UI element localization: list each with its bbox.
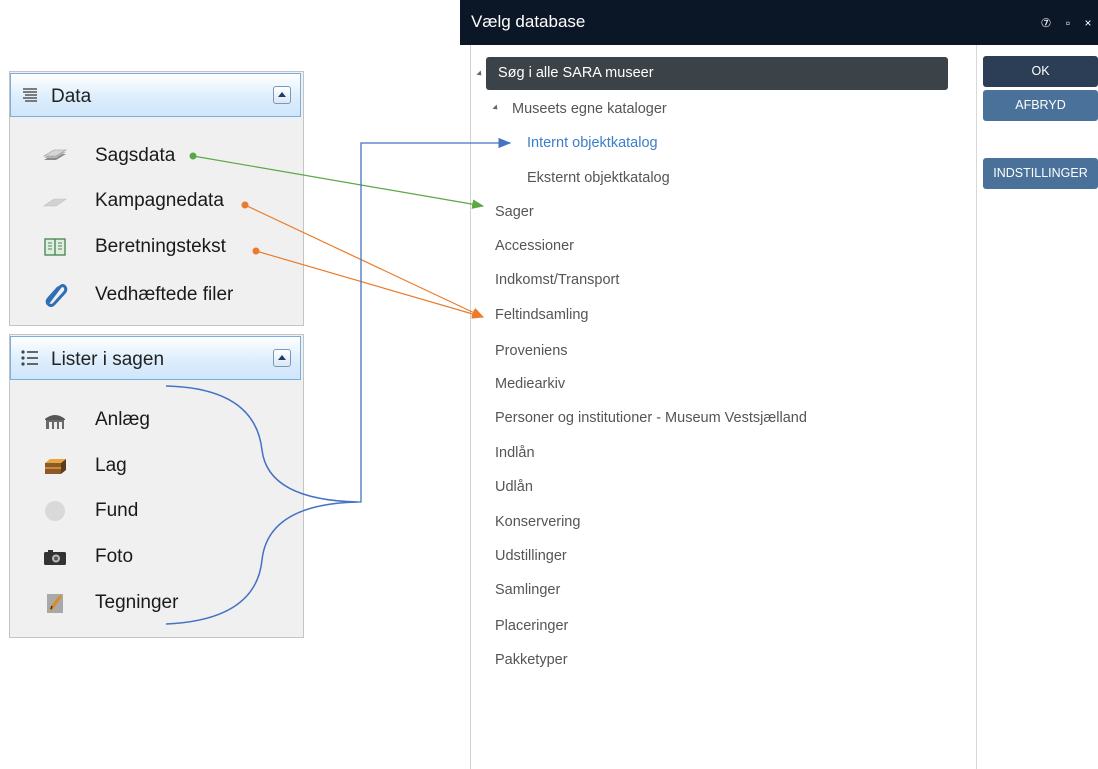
dialog-titlebar: Vælg database ⑦ ▫ × xyxy=(460,0,1098,45)
tree-item[interactable]: Udstillinger xyxy=(495,548,567,564)
list-item-fund[interactable]: Fund xyxy=(10,493,300,529)
list-icon xyxy=(21,350,38,366)
list-item-tegninger[interactable]: Tegninger xyxy=(10,585,300,621)
data-panel-header[interactable]: Data xyxy=(10,73,301,117)
dialog-left-border xyxy=(470,45,471,769)
flat-layer-icon xyxy=(43,198,67,207)
ok-button[interactable]: OK xyxy=(983,56,1098,87)
lister-panel-header[interactable]: Lister i sagen xyxy=(10,336,301,380)
list-item-lag[interactable]: Lag xyxy=(10,448,300,484)
structure-icon xyxy=(45,415,65,429)
list-item-label: Foto xyxy=(95,546,134,567)
list-item-label: Anlæg xyxy=(95,409,150,430)
paperclip-icon xyxy=(45,284,68,307)
tree-item[interactable]: Sager xyxy=(495,204,534,220)
list-item-label: Tegninger xyxy=(95,592,179,613)
list-item-label: Kampagnedata xyxy=(95,190,224,211)
select-database-dialog: Vælg database ⑦ ▫ × Søg i alle SARA muse… xyxy=(460,0,1098,769)
tree-root-all-museums[interactable]: Søg i alle SARA museer xyxy=(486,57,948,90)
list-item-beretningstekst[interactable]: Beretningstekst xyxy=(10,229,300,265)
cancel-button[interactable]: AFBRYD xyxy=(983,90,1098,121)
list-item-sagsdata[interactable]: Sagsdata xyxy=(10,138,300,174)
lister-panel-collapse-button[interactable] xyxy=(273,349,291,367)
list-item-label: Fund xyxy=(95,500,139,521)
close-icon[interactable]: × xyxy=(1080,15,1096,31)
tree-item[interactable]: Proveniens xyxy=(495,343,568,359)
dialog-separator xyxy=(976,45,977,769)
tree-item[interactable]: Personer og institutioner - Museum Vests… xyxy=(495,410,807,426)
settings-button[interactable]: INDSTILLINGER xyxy=(983,158,1098,189)
tree-expand-icon[interactable] xyxy=(492,104,500,112)
list-item-label: Lag xyxy=(95,455,127,476)
find-circle-icon xyxy=(45,501,65,521)
tree-item[interactable]: Pakketyper xyxy=(495,652,568,668)
camera-icon xyxy=(44,550,66,565)
help-icon[interactable]: ⑦ xyxy=(1038,15,1054,31)
tree-item[interactable]: Placeringer xyxy=(495,618,568,634)
list-item-label: Sagsdata xyxy=(95,145,176,166)
tree-item[interactable]: Indlån xyxy=(495,445,535,461)
tree-item[interactable]: Samlinger xyxy=(495,582,560,598)
tree-item[interactable]: Konservering xyxy=(495,514,580,530)
layer-block-icon xyxy=(45,459,66,474)
tree-item[interactable]: Udlån xyxy=(495,479,533,495)
stack-layers-icon xyxy=(42,149,68,160)
drawing-icon xyxy=(47,594,63,613)
data-panel-collapse-button[interactable] xyxy=(273,86,291,104)
tree-root-label: Søg i alle SARA museer xyxy=(498,65,654,81)
list-item-label: Vedhæftede filer xyxy=(95,284,234,305)
tree-item-external-catalog[interactable]: Eksternt objektkatalog xyxy=(527,170,670,186)
tree-item[interactable]: Feltindsamling xyxy=(495,307,589,323)
list-item-kampagnedata[interactable]: Kampagnedata xyxy=(10,183,300,219)
data-panel: Data Sagsdata Kampagnedata Beretningstek… xyxy=(9,71,304,326)
dialog-title: Vælg database xyxy=(471,12,586,31)
list-item-vedhaeftede-filer[interactable]: Vedhæftede filer xyxy=(10,277,300,313)
tree-item[interactable]: Accessioner xyxy=(495,238,574,254)
data-panel-title: Data xyxy=(51,86,92,107)
tree-item[interactable]: Mediearkiv xyxy=(495,376,565,392)
tree-expand-icon[interactable] xyxy=(476,70,484,78)
tree-item-internal-catalog[interactable]: Internt objektkatalog xyxy=(527,135,658,151)
maximize-icon[interactable]: ▫ xyxy=(1060,15,1076,31)
book-icon xyxy=(44,238,66,256)
tree-item[interactable]: Indkomst/Transport xyxy=(495,272,619,288)
lister-panel-title: Lister i sagen xyxy=(51,349,165,370)
list-item-anlaeg[interactable]: Anlæg xyxy=(10,402,300,438)
list-item-foto[interactable]: Foto xyxy=(10,539,300,575)
lister-panel: Lister i sagen Anlæg Lag Fund Foto Tegni… xyxy=(9,334,304,638)
list-item-label: Beretningstekst xyxy=(95,236,226,257)
data-icon xyxy=(23,88,37,102)
tree-group-own-catalogs[interactable]: Museets egne kataloger xyxy=(512,101,667,117)
